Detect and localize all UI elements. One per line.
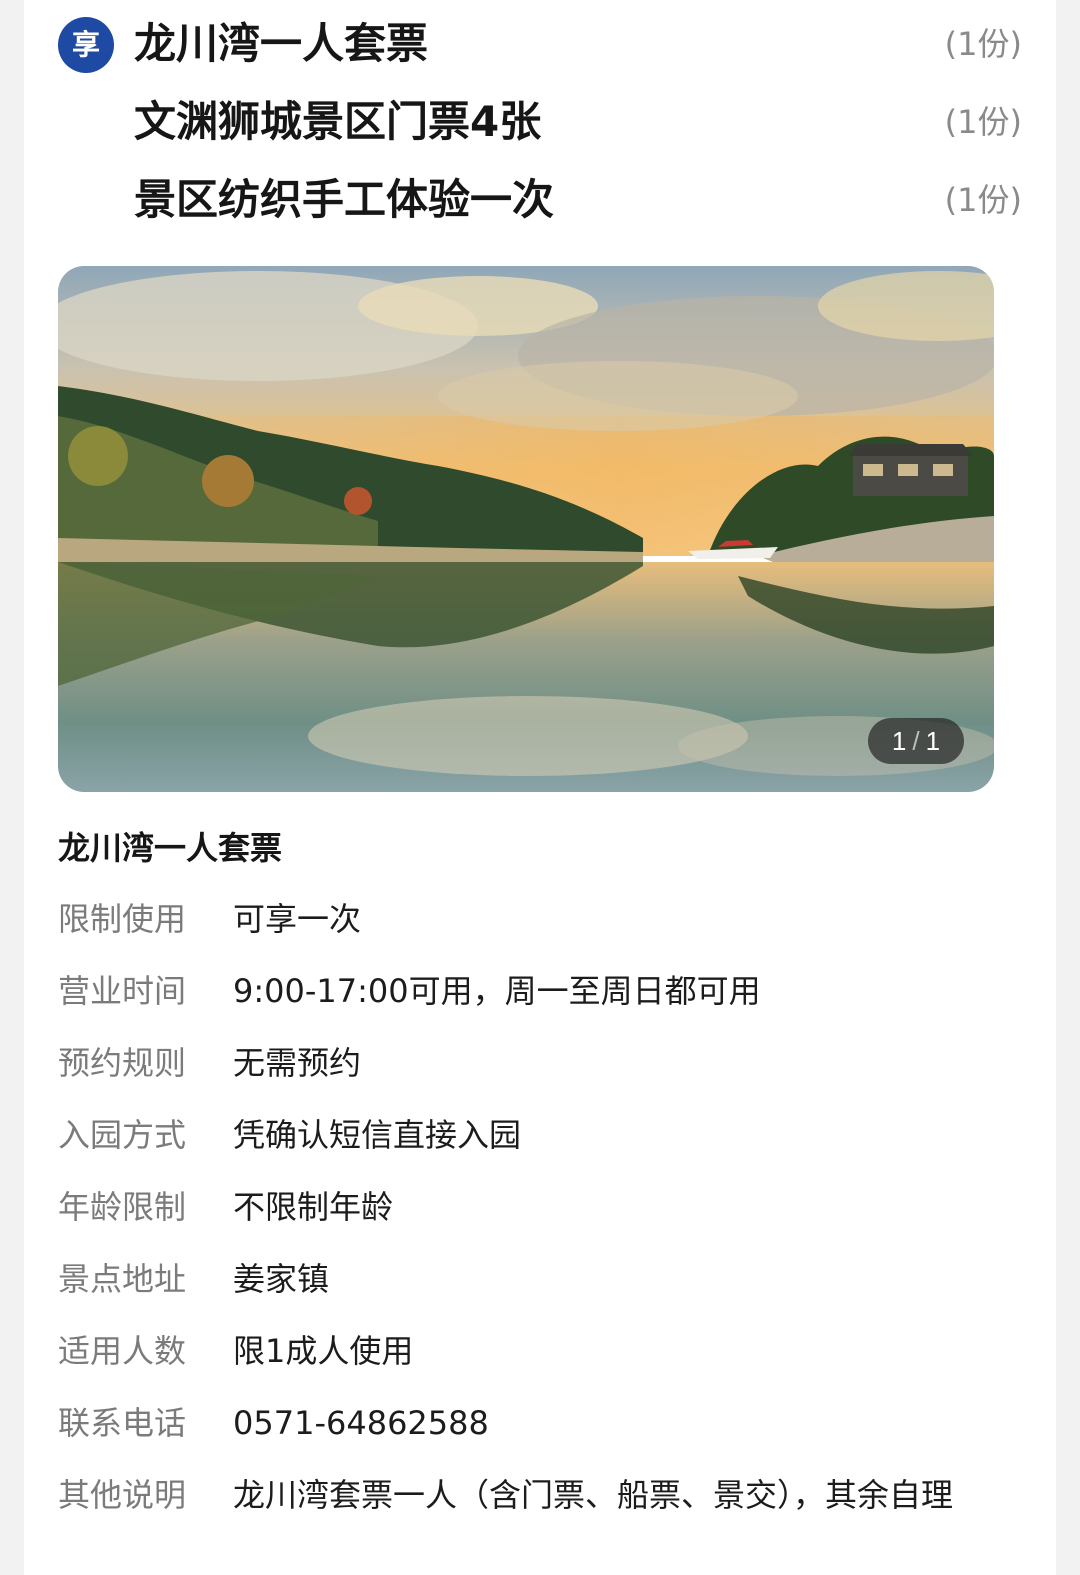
info-value: 龙川湾套票一人（含门票、船票、景交），其余自理 [233,1476,954,1514]
detail-title: 龙川湾一人套票 [58,829,283,867]
info-value: 不限制年龄 [233,1188,394,1226]
info-value: 限1成人使用 [233,1332,414,1370]
share-badge-icon: 享 [58,17,114,73]
package-item-qty: (1份) [944,103,1022,141]
info-label: 其他说明 [58,1476,187,1514]
image-counter-separator: / [912,726,920,756]
info-label: 联系电话 [58,1404,187,1442]
info-value: 姜家镇 [233,1260,330,1298]
lake-sunset-image [58,266,994,792]
package-item: 文渊狮城景区门票4张 (1份) [24,92,1056,152]
info-value[interactable]: 0571-64862588 [233,1397,1018,1449]
image-counter-current: 1 [891,726,907,756]
info-value: 可享一次 [233,900,362,938]
package-item-name: 景区纺织手工体验一次 [134,175,555,224]
info-label: 营业时间 [58,972,187,1010]
info-value: 无需预约 [233,1044,362,1082]
package-item: 景区纺织手工体验一次 (1份) [24,170,1056,230]
package-item-qty: (1份) [944,181,1022,219]
info-label: 年龄限制 [58,1188,187,1226]
info-value: 凭确认短信直接入园 [233,1116,522,1154]
info-label: 入园方式 [58,1116,187,1154]
package-item-name: 龙川湾一人套票 [134,19,429,68]
ticket-detail-page: 享 龙川湾一人套票 (1份) 文渊狮城景区门票4张 (1份) 景区纺织手工体验一… [24,0,1056,1575]
package-item-qty: (1份) [944,25,1022,63]
info-label: 预约规则 [58,1044,187,1082]
info-value: 9:00-17:00可用，周一至周日都可用 [233,972,761,1010]
info-label: 景点地址 [58,1260,187,1298]
package-item-name: 文渊狮城景区门票4张 [134,97,542,146]
info-label: 限制使用 [58,900,187,938]
image-counter-total: 1 [925,726,941,756]
package-item: 享 龙川湾一人套票 (1份) [24,14,1056,74]
lake-sunset-photo[interactable]: 1/1 [58,266,994,792]
info-label: 适用人数 [58,1332,187,1370]
image-counter: 1/1 [868,718,964,764]
